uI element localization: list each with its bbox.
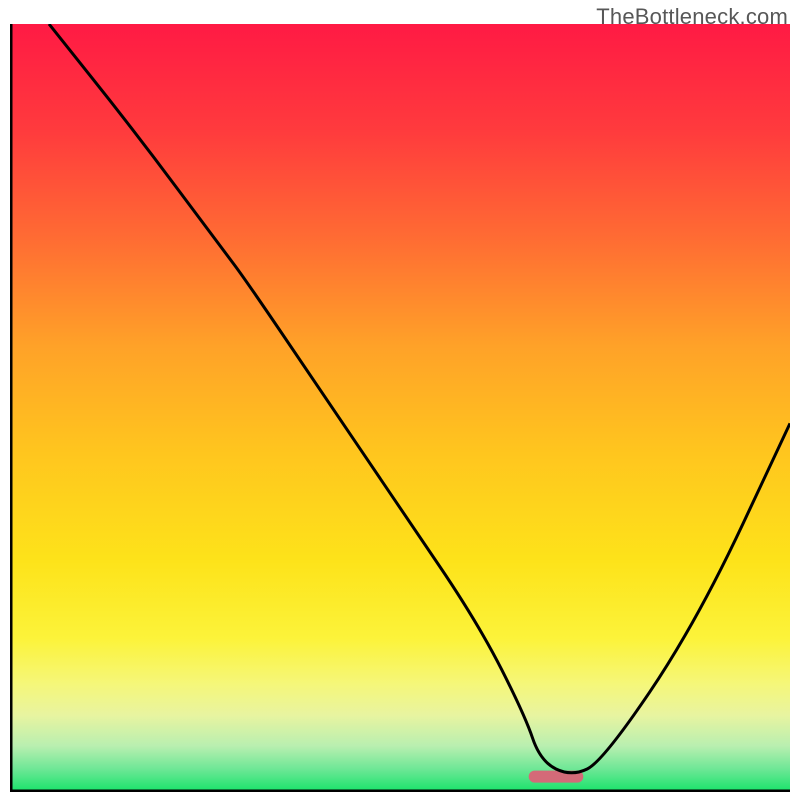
gradient-background: [10, 24, 790, 792]
chart-svg: [10, 24, 790, 792]
plot-area: [10, 24, 790, 792]
chart-canvas: TheBottleneck.com: [0, 0, 800, 800]
